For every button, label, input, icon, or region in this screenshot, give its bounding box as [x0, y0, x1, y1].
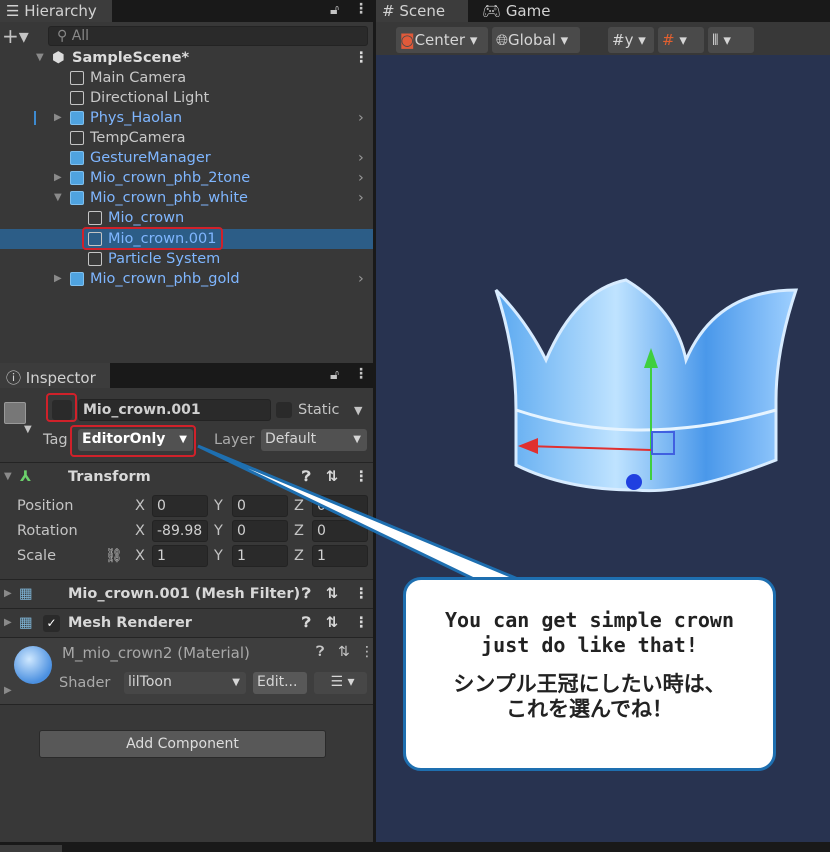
callout-text-jp-2: これを選んでね！ [506, 697, 673, 721]
bottom-tabbar [0, 842, 830, 852]
scene-view[interactable]: # Scene 🎮︎ Game ◙Center ▾ 🌐︎Global ▾ #y … [197, 0, 830, 842]
callout-text-en-1: You can get simple crown [445, 608, 734, 632]
callout-bubble: You can get simple crown just do like th… [403, 577, 776, 771]
bottom-tab[interactable] [0, 845, 62, 852]
callout-text-jp-1: シンプル王冠にしたい時は、 [453, 672, 726, 696]
callout-text-en-2: just do like that! [481, 633, 698, 657]
